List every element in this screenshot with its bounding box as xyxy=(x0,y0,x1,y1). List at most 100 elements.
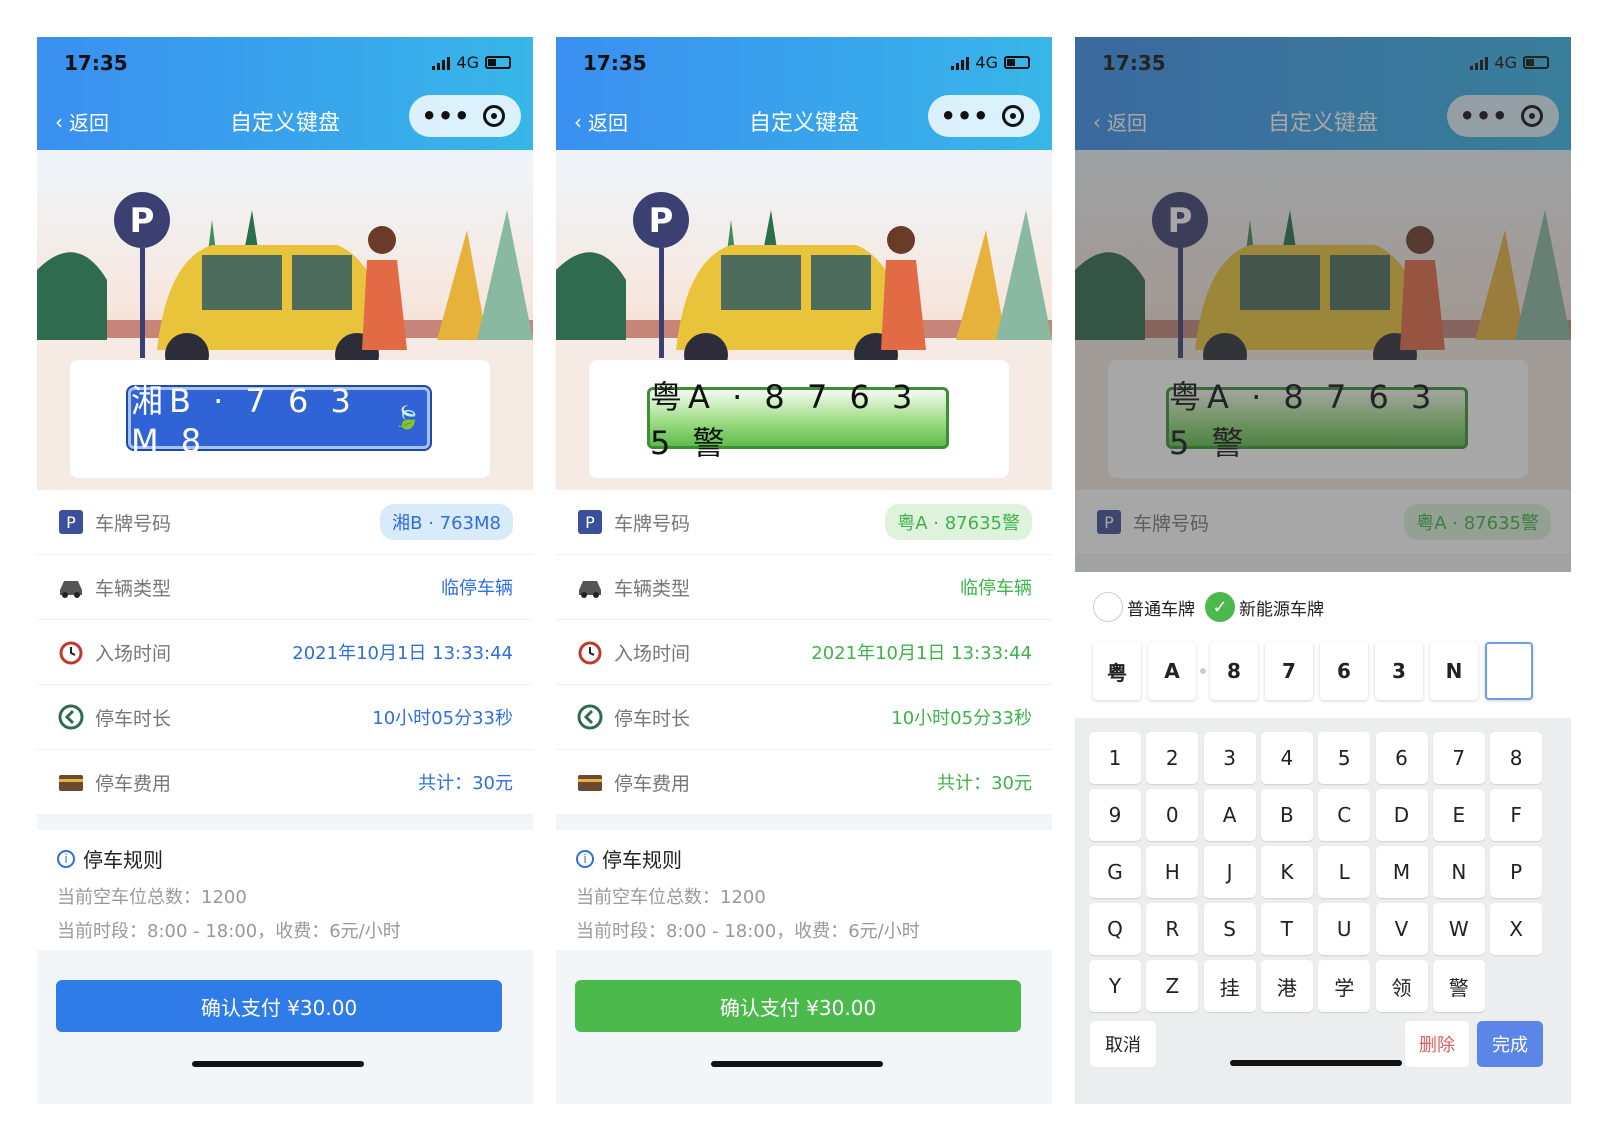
cancel-button[interactable]: 取消 xyxy=(1090,1021,1156,1067)
keyboard-key[interactable]: L xyxy=(1318,846,1371,898)
keyboard-key[interactable]: R xyxy=(1146,903,1199,955)
radio-new-energy-plate[interactable]: ✓ xyxy=(1205,592,1235,622)
keyboard-key[interactable]: P xyxy=(1490,846,1543,898)
keyboard-key[interactable]: M xyxy=(1375,846,1428,898)
row-vehicle-type: 车辆类型 临停车辆 xyxy=(556,555,1052,620)
plate-slot[interactable]: 3 xyxy=(1375,642,1423,700)
parking-illustration: P 湘B · 7 6 3 M 8 🍃 xyxy=(37,150,533,490)
row-label: 入场时间 xyxy=(614,642,691,665)
svg-text:P: P xyxy=(66,513,76,532)
plate-separator-dot xyxy=(1200,668,1206,674)
info-icon: i xyxy=(57,849,75,868)
keyboard-key[interactable]: 5 xyxy=(1318,732,1371,784)
keyboard-key[interactable]: 挂 xyxy=(1203,960,1256,1012)
row-value: 2021年10月1日 13:33:44 xyxy=(292,643,513,664)
done-button[interactable]: 完成 xyxy=(1477,1021,1543,1067)
keyboard-key[interactable]: 4 xyxy=(1260,732,1313,784)
keyboard-key[interactable]: K xyxy=(1260,846,1313,898)
network-label: 4G xyxy=(975,53,998,72)
keyboard-key[interactable]: 警 xyxy=(1432,960,1485,1012)
plate-slot[interactable]: N xyxy=(1430,642,1478,700)
more-dots-icon[interactable]: ••• xyxy=(928,102,1002,130)
svg-text:P: P xyxy=(649,201,674,241)
keyboard-key[interactable]: B xyxy=(1260,789,1313,841)
rules-line: 当前空车位总数：1200 xyxy=(576,887,766,908)
keyboard-key[interactable]: 7 xyxy=(1432,732,1485,784)
duration-icon xyxy=(57,703,85,731)
keyboard-key[interactable]: Q xyxy=(1089,903,1141,955)
plate-slot[interactable]: 6 xyxy=(1320,642,1368,700)
keyboard-key[interactable]: S xyxy=(1203,903,1256,955)
keyboard-key[interactable]: 领 xyxy=(1375,960,1428,1012)
plate-input-slots: 粤 A 8 7 6 3 N xyxy=(1093,642,1540,700)
delete-button[interactable]: 删除 xyxy=(1405,1021,1469,1067)
nav-bar: 17:35 4G ‹ 返回 自定义键盘 ••• xyxy=(556,37,1052,150)
keyboard-key[interactable]: V xyxy=(1375,903,1428,955)
keyboard-key[interactable]: 2 xyxy=(1146,732,1199,784)
keyboard-key[interactable]: 学 xyxy=(1318,960,1371,1012)
modal-backdrop[interactable] xyxy=(1075,37,1571,572)
keyboard-key[interactable]: F xyxy=(1490,789,1543,841)
home-indicator xyxy=(711,1061,883,1067)
plate-slot[interactable]: 8 xyxy=(1210,642,1258,700)
keyboard-key[interactable]: N xyxy=(1432,846,1485,898)
plate-card: 湘B · 7 6 3 M 8 🍃 xyxy=(70,360,490,478)
keyboard-key[interactable]: H xyxy=(1146,846,1199,898)
keyboard-key[interactable]: C xyxy=(1318,789,1371,841)
plate-card: 粤A · 8 7 6 3 5 警 xyxy=(589,360,1009,478)
row-duration: 停车时长 10小时05分33秒 xyxy=(556,685,1052,750)
row-plate: P 车牌号码 粤A · 87635警 xyxy=(556,490,1052,555)
status-time: 17:35 xyxy=(583,51,647,75)
rules-line: 当前时段：8:00 - 18:00，收费：6元/小时 xyxy=(576,921,920,942)
radio-normal-plate[interactable] xyxy=(1093,592,1123,622)
capsule-close-icon[interactable] xyxy=(1002,105,1024,127)
more-dots-icon[interactable]: ••• xyxy=(409,102,483,130)
home-indicator xyxy=(1230,1060,1402,1066)
plate-slot-active[interactable] xyxy=(1485,642,1533,700)
keyboard-key[interactable]: E xyxy=(1432,789,1485,841)
row-value: 10小时05分33秒 xyxy=(372,708,513,729)
plate-keyboard-panel: 普通车牌 ✓ 新能源车牌 粤 A 8 7 6 3 N 取消 删除 完成 1234… xyxy=(1075,572,1571,1104)
keyboard-key[interactable]: 1 xyxy=(1089,732,1141,784)
row-label: 停车费用 xyxy=(95,772,172,795)
keyboard-key[interactable]: Y xyxy=(1089,960,1141,1012)
car-icon xyxy=(576,573,604,601)
keyboard-key[interactable]: Z xyxy=(1146,960,1199,1012)
license-plate[interactable]: 粤A · 8 7 6 3 5 警 xyxy=(647,378,949,462)
rules-line: 当前时段：8:00 - 18:00，收费：6元/小时 xyxy=(57,921,401,942)
keyboard-key[interactable]: 港 xyxy=(1260,960,1313,1012)
keyboard-key[interactable]: 9 xyxy=(1089,789,1141,841)
plate-slot[interactable]: 粤 xyxy=(1093,642,1141,700)
confirm-pay-button[interactable]: 确认支付 ¥30.00 xyxy=(575,980,1021,1032)
keyboard-key[interactable]: T xyxy=(1260,903,1313,955)
battery-icon xyxy=(485,56,511,69)
alarm-clock-icon xyxy=(57,638,85,666)
parking-p-icon: P xyxy=(576,508,604,536)
keyboard-key[interactable]: 3 xyxy=(1203,732,1256,784)
wallet-icon xyxy=(576,768,604,796)
plate-slot[interactable]: A xyxy=(1148,642,1196,700)
license-plate[interactable]: 湘B · 7 6 3 M 8 🍃 xyxy=(128,382,430,460)
keyboard-key[interactable]: W xyxy=(1432,903,1485,955)
keyboard-key[interactable]: A xyxy=(1203,789,1256,841)
row-value: 临停车辆 xyxy=(441,578,513,599)
svg-text:P: P xyxy=(585,513,595,532)
radio-new-energy-label: 新能源车牌 xyxy=(1239,599,1324,620)
info-icon: i xyxy=(576,849,594,868)
parking-rules: i 停车规则 当前空车位总数：1200 当前时段：8:00 - 18:00，收费：… xyxy=(37,830,533,950)
keyboard-key[interactable]: D xyxy=(1375,789,1428,841)
confirm-pay-button[interactable]: 确认支付 ¥30.00 xyxy=(56,980,502,1032)
keyboard-key[interactable]: J xyxy=(1203,846,1256,898)
signal-icon xyxy=(432,56,451,70)
info-list: P 车牌号码 粤A · 87635警 车辆类型 临停车辆 入场时间 2021年1… xyxy=(556,490,1052,815)
row-value: 2021年10月1日 13:33:44 xyxy=(811,643,1032,664)
plate-slot[interactable]: 7 xyxy=(1265,642,1313,700)
keyboard-key[interactable]: 8 xyxy=(1490,732,1543,784)
svg-text:P: P xyxy=(130,201,155,241)
keyboard-key[interactable]: G xyxy=(1089,846,1141,898)
capsule-close-icon[interactable] xyxy=(483,105,505,127)
keyboard-key[interactable]: X xyxy=(1490,903,1543,955)
keyboard-key[interactable]: U xyxy=(1318,903,1371,955)
keyboard-key[interactable]: 6 xyxy=(1375,732,1428,784)
keyboard-key[interactable]: 0 xyxy=(1146,789,1199,841)
